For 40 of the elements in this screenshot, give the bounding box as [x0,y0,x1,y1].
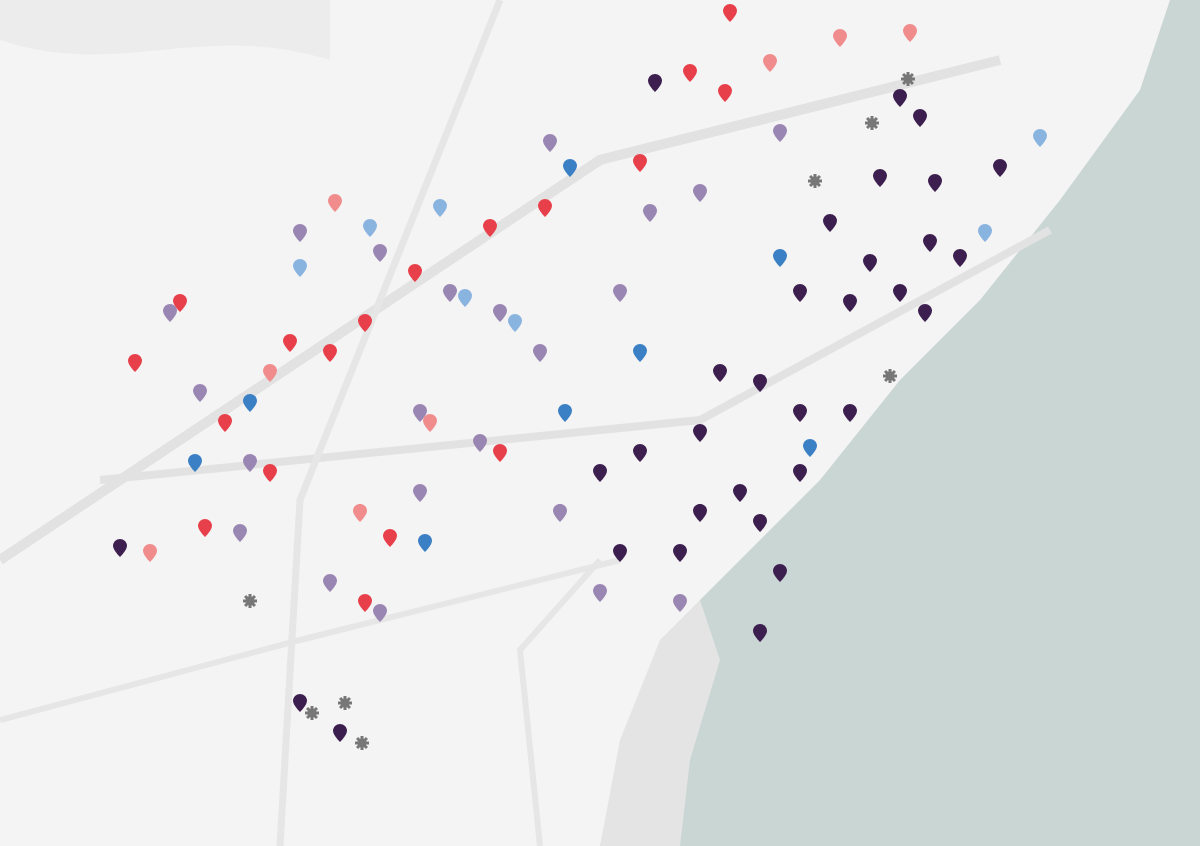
map-pin-icon[interactable] [713,364,727,382]
map-pin-icon[interactable] [773,564,787,582]
map-pin-icon[interactable] [953,249,967,267]
map-pin-icon[interactable] [993,159,1007,177]
map-pin-icon[interactable] [863,254,877,272]
map-pin-icon[interactable] [873,169,887,187]
map-pin-icon[interactable] [648,74,662,92]
map-pin-icon[interactable] [928,174,942,192]
map-pin-icon[interactable] [333,724,347,742]
map-pin-icon[interactable] [793,404,807,422]
map-pin-icon[interactable] [293,694,307,712]
map-pin-icon[interactable] [593,464,607,482]
gear-icon[interactable] [243,594,257,608]
map-pin-icon[interactable] [893,89,907,107]
map-pin-icon[interactable] [793,284,807,302]
gear-icon[interactable] [338,696,352,710]
map-pin-icon[interactable] [753,624,767,642]
map-pin-icon[interactable] [893,284,907,302]
map-pin-icon[interactable] [843,294,857,312]
map-pin-icon[interactable] [733,484,747,502]
map-pin-icon[interactable] [673,544,687,562]
map-pin-icon[interactable] [913,109,927,127]
map-pin-icon[interactable] [113,539,127,557]
map-pin-icon[interactable] [613,544,627,562]
gear-icon[interactable] [883,369,897,383]
map-pin-icon[interactable] [753,374,767,392]
gear-icon[interactable] [305,706,319,720]
gear-icon[interactable] [355,736,369,750]
map-pin-icon[interactable] [793,464,807,482]
map-pin-icon[interactable] [823,214,837,232]
map-pin-icon[interactable] [633,444,647,462]
map-pin-icon[interactable] [843,404,857,422]
map-pin-icon[interactable] [923,234,937,252]
gear-icon[interactable] [865,116,879,130]
map-pin-icon[interactable] [693,504,707,522]
map-pin-icon[interactable] [693,424,707,442]
gear-icon[interactable] [808,174,822,188]
map-pin-icon[interactable] [918,304,932,322]
gear-icon[interactable] [901,72,915,86]
map-pin-icon[interactable] [753,514,767,532]
